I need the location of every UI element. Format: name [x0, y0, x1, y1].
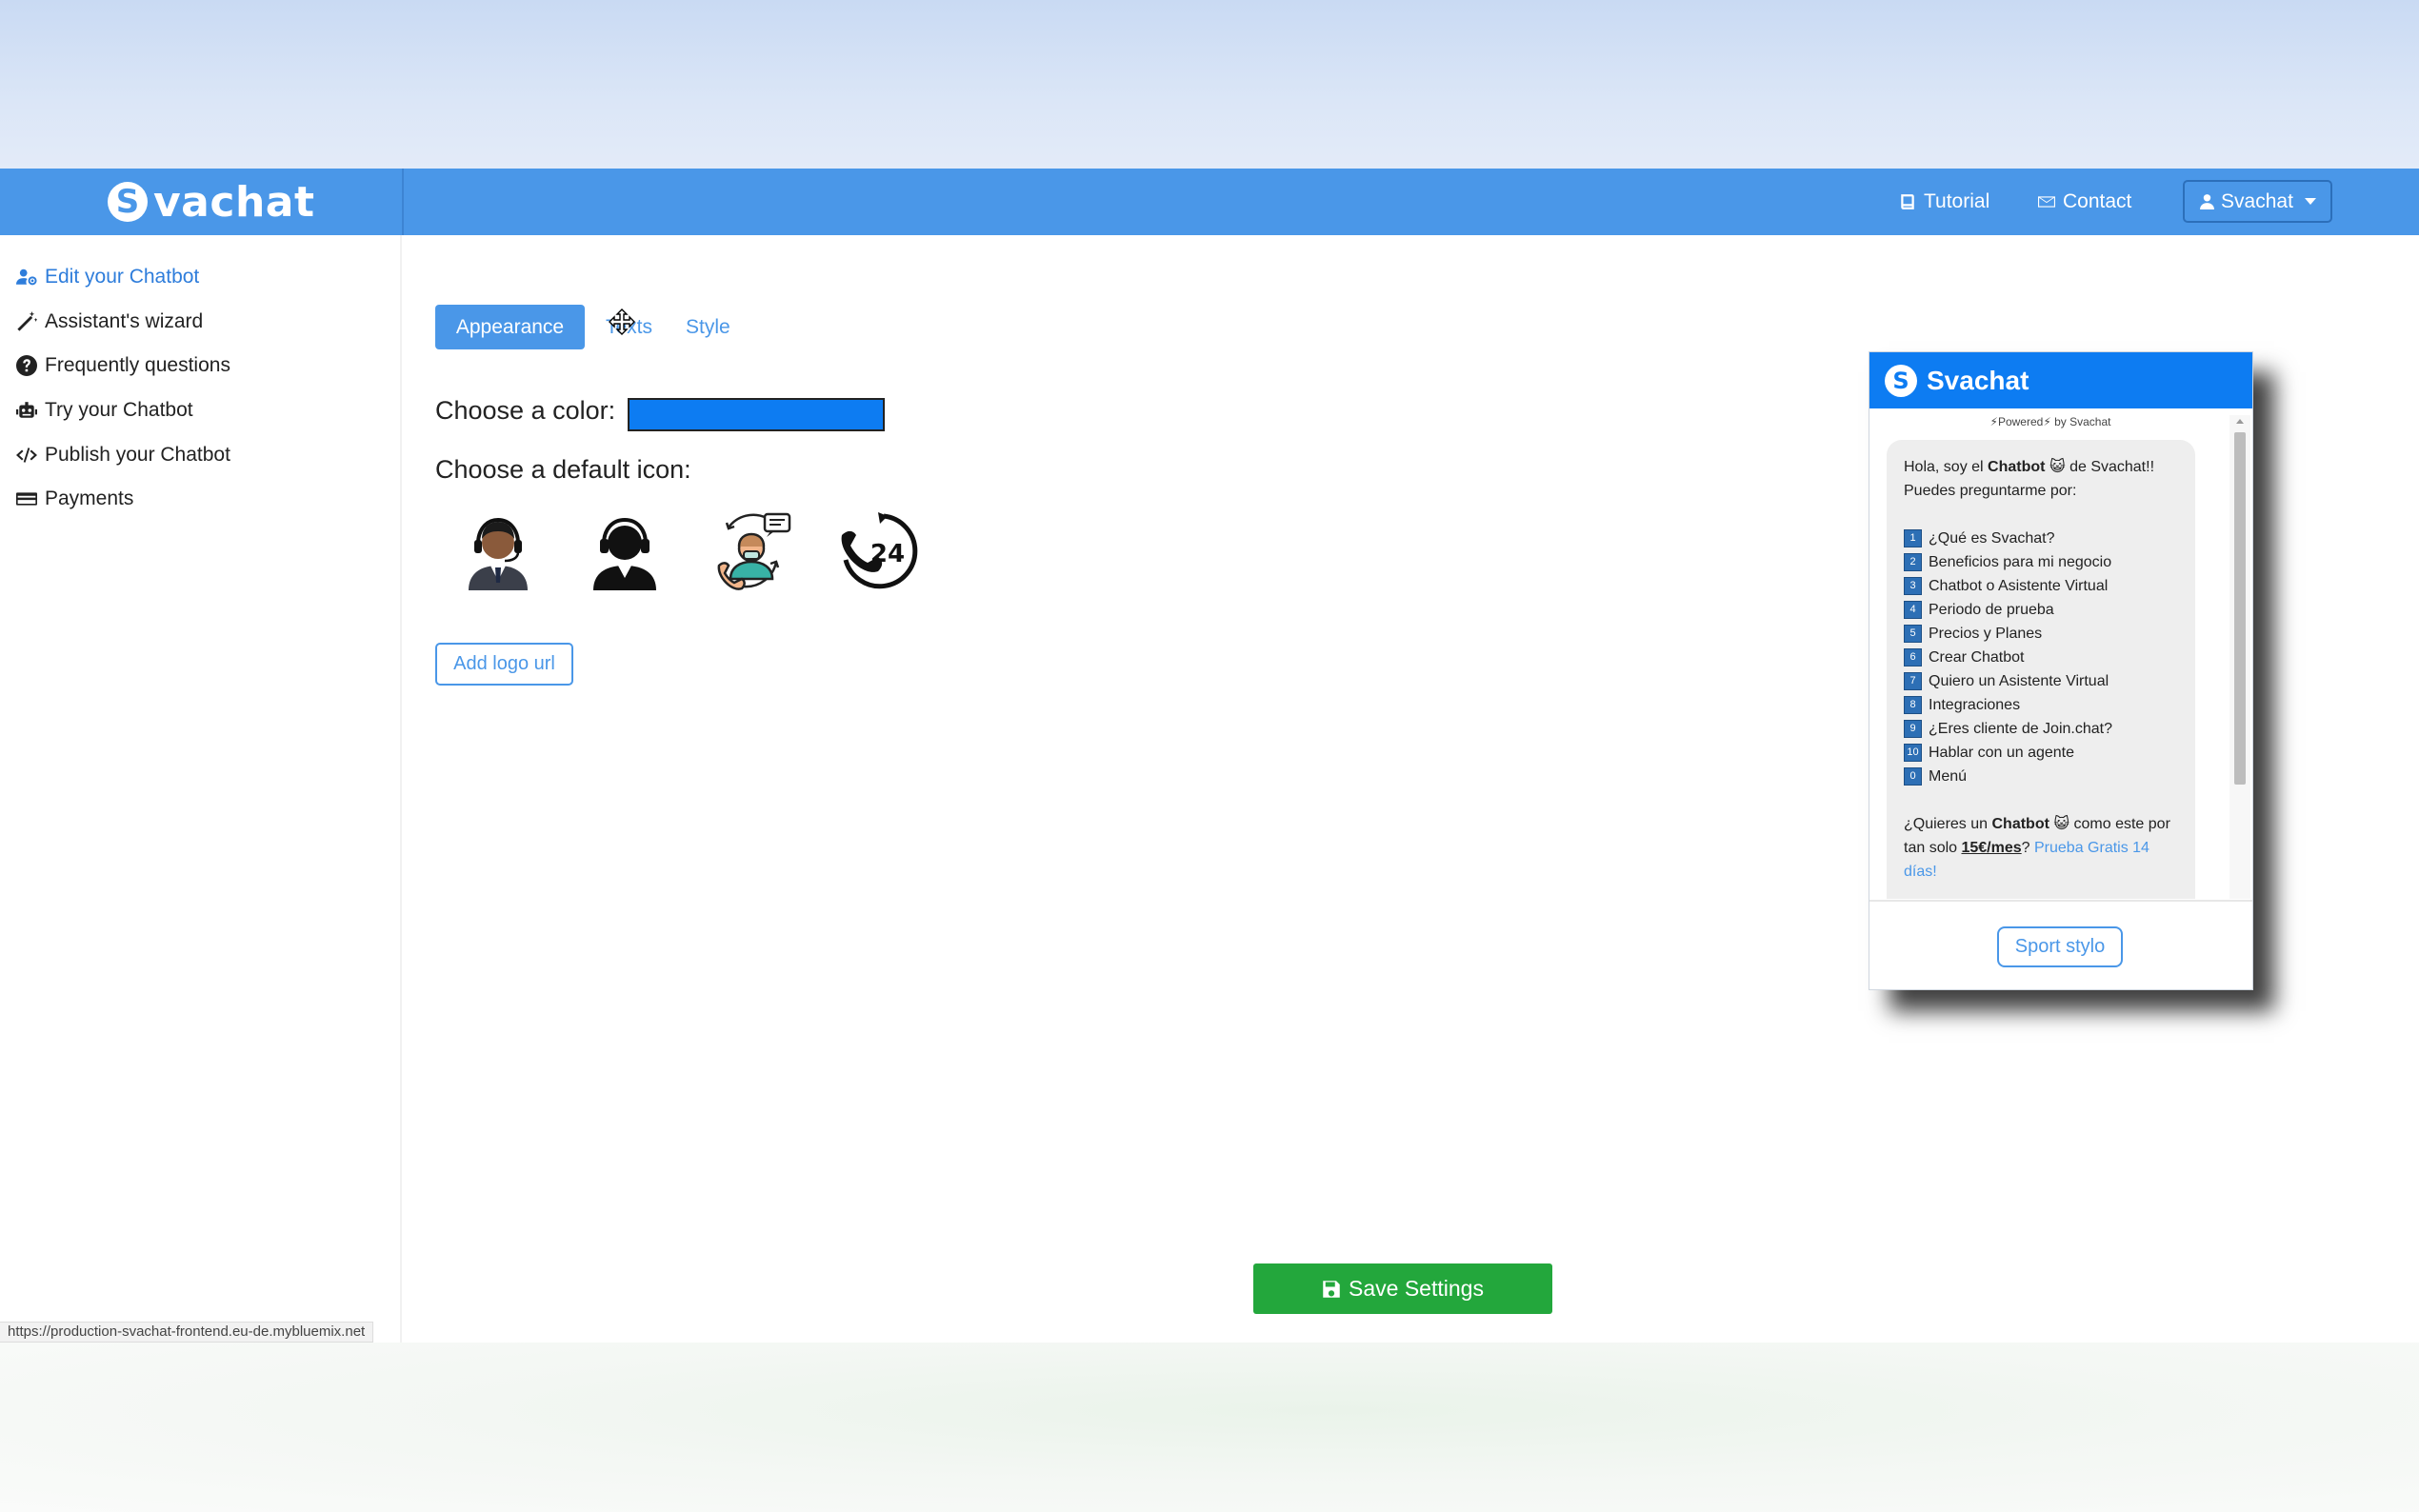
menu-option-9[interactable]: 9 ¿Eres cliente de Join.chat? [1904, 717, 2178, 741]
scrollbar-thumb[interactable] [2234, 432, 2246, 785]
contact-link[interactable]: Contact [2038, 188, 2131, 216]
menu-option-8[interactable]: 8 Integraciones [1904, 693, 2178, 717]
status-bar-url: https://production-svachat-frontend.eu-d… [0, 1322, 374, 1343]
brand-logo-icon: S [108, 182, 148, 222]
cat-emoji-icon: 😺 [2049, 459, 2066, 475]
sidebar-item-label: Publish your Chatbot [45, 444, 230, 466]
agent-headset-black-icon [593, 517, 656, 590]
sidebar-item-label: Frequently questions [45, 354, 230, 376]
credit-card-icon [16, 492, 37, 506]
chat-message-bubble: Hola, soy el Chatbot 😺 de Svachat!! Pued… [1887, 440, 2195, 899]
magic-wand-icon [17, 311, 37, 331]
cat-emoji-icon: 😺 [2053, 816, 2070, 832]
sidebar-item-label: Payments [45, 487, 134, 509]
chat-header: S Svachat [1869, 352, 2252, 408]
sidebar-item-publish-chatbot[interactable]: Publish your Chatbot [16, 439, 230, 471]
question-circle-icon [16, 355, 37, 376]
choose-color-label: Choose a color: [435, 396, 616, 425]
sidebar-item-frequently-questions[interactable]: Frequently questions [16, 349, 230, 382]
chat-preview-widget: S Svachat ⚡Powered⚡ by Svachat Hola, soy… [1869, 351, 2253, 990]
chevron-down-icon [2304, 198, 2316, 205]
envelope-icon [2038, 196, 2055, 208]
user-icon [2200, 194, 2214, 209]
icon-option-agent-black[interactable] [582, 508, 668, 594]
brand-logo[interactable]: S vachat [108, 177, 315, 227]
menu-option-5[interactable]: 5 Precios y Planes [1904, 622, 2178, 646]
greeting-text: Hola, soy el Chatbot 😺 de Svachat!! Pued… [1904, 459, 2155, 499]
tab-appearance[interactable]: Appearance [435, 305, 585, 349]
choose-icon-label: Choose a default icon: [435, 455, 691, 484]
menu-option-3[interactable]: 3 Chatbot o Asistente Virtual [1904, 574, 2178, 598]
top-navbar: S vachat Tutorial Contact Svachat [0, 169, 2419, 235]
tutorial-label: Tutorial [1924, 190, 1990, 212]
menu-option-6[interactable]: 6 Crear Chatbot [1904, 646, 2178, 669]
navbar-divider [402, 169, 404, 235]
menu-option-2[interactable]: 2 Beneficios para mi negocio [1904, 550, 2178, 574]
menu-option-4[interactable]: 4 Periodo de prueba [1904, 598, 2178, 622]
agent-headset-dark-icon [469, 517, 528, 590]
sidebar-item-payments[interactable]: Payments [16, 483, 133, 515]
user-gear-icon [16, 269, 37, 286]
user-menu-button[interactable]: Svachat [2183, 180, 2332, 223]
contact-label: Contact [2063, 190, 2132, 212]
menu-option-0[interactable]: 0 Menú [1904, 765, 2178, 788]
chat-title: Svachat [1927, 365, 2029, 395]
page-backdrop-top [0, 0, 2419, 169]
page-backdrop-bottom [0, 1343, 2419, 1512]
sidebar-item-assistant-wizard[interactable]: Assistant's wizard [16, 306, 203, 338]
menu-option-7[interactable]: 7 Quiero un Asistente Virtual [1904, 669, 2178, 693]
tutorial-link[interactable]: Tutorial [1899, 188, 1989, 216]
save-settings-label: Save Settings [1349, 1276, 1484, 1301]
color-picker[interactable] [628, 398, 885, 431]
tab-style[interactable]: Style [686, 305, 730, 349]
sidebar-item-try-chatbot[interactable]: Try your Chatbot [16, 394, 193, 427]
svg-text:24: 24 [870, 540, 905, 568]
menu-option-1[interactable]: 1 ¿Qué es Svachat? [1904, 527, 2178, 550]
brand-name: vachat [153, 177, 315, 227]
chat-footer-button[interactable]: Sport stylo [1997, 926, 2123, 967]
support-agent-phone-icon [717, 512, 791, 590]
floppy-disk-icon [1323, 1280, 1340, 1298]
menu-option-10[interactable]: 10 Hablar con un agente [1904, 741, 2178, 765]
chat-powered-by: ⚡Powered⚡ by Svachat [1989, 415, 2111, 428]
move-cursor-icon [609, 308, 635, 335]
book-icon [1901, 194, 1914, 209]
add-logo-url-button[interactable]: Add logo url [435, 643, 573, 686]
chat-messages: Hola, soy el Chatbot 😺 de Svachat!! Pued… [1869, 432, 2252, 899]
icon-option-phone-24h[interactable]: 24 [836, 508, 922, 594]
sidebar: Edit your Chatbot Assistant's wizard Fre… [0, 235, 402, 1343]
chat-scrollbar[interactable] [2229, 415, 2250, 899]
sidebar-item-edit-chatbot[interactable]: Edit your Chatbot [16, 261, 199, 293]
icon-option-support-phone[interactable] [710, 508, 795, 594]
user-menu-label: Svachat [2221, 189, 2293, 212]
phone-24h-icon: 24 [841, 512, 918, 589]
code-icon [16, 448, 37, 463]
sidebar-item-label: Edit your Chatbot [45, 266, 200, 288]
robot-icon [16, 402, 37, 418]
sidebar-item-label: Assistant's wizard [45, 310, 204, 332]
scroll-up-icon[interactable] [2236, 419, 2244, 424]
icon-option-agent-dark[interactable] [455, 508, 541, 594]
chat-footer: Sport stylo [1869, 900, 2252, 990]
save-settings-button[interactable]: Save Settings [1253, 1263, 1552, 1314]
promo-text: ¿Quieres un Chatbot 😺 como este por tan … [1904, 816, 2170, 880]
chat-logo-icon: S [1885, 364, 1917, 397]
sidebar-item-label: Try your Chatbot [45, 399, 193, 421]
